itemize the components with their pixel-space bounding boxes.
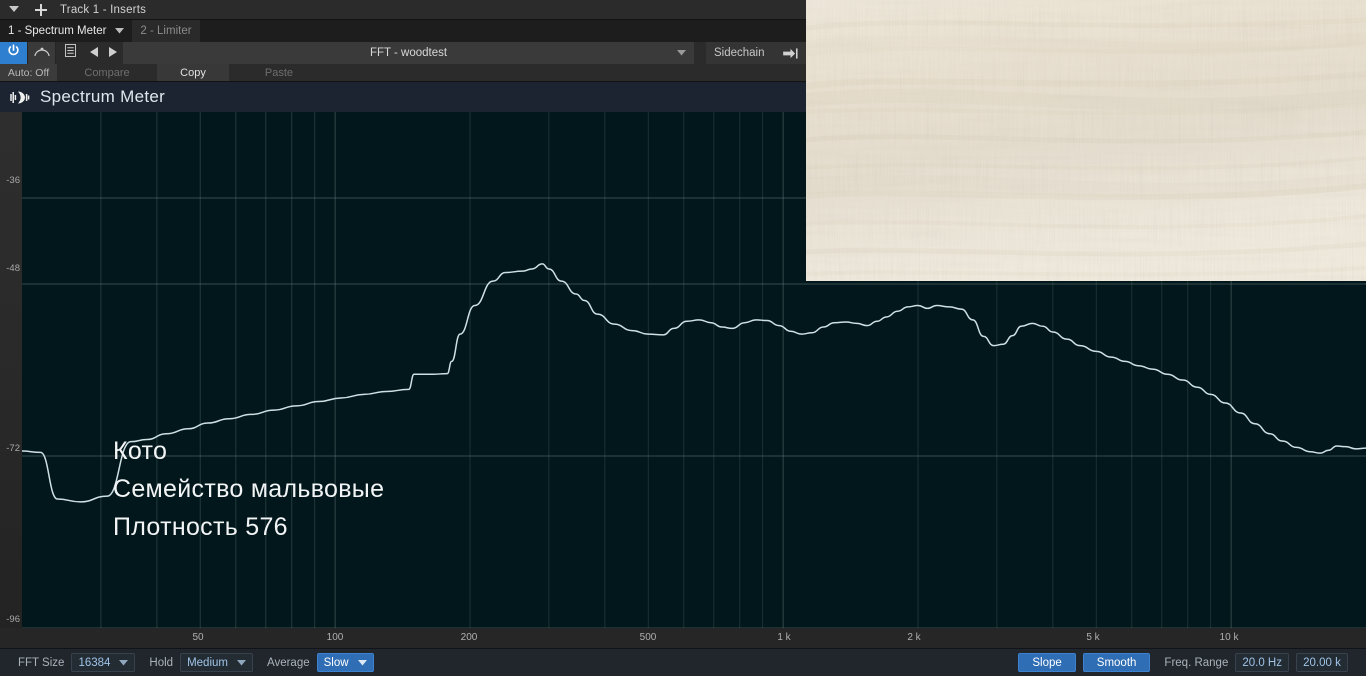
- triangle-down-icon: [119, 659, 129, 666]
- y-tick-label: -48: [6, 263, 20, 274]
- average-select[interactable]: Slow: [316, 653, 374, 672]
- smooth-button[interactable]: Smooth: [1082, 653, 1151, 672]
- x-tick-label: 5 k: [1086, 632, 1100, 643]
- triangle-down-icon[interactable]: [677, 50, 686, 56]
- wood-texture-image: [806, 0, 1366, 281]
- prev-preset-button[interactable]: [84, 42, 103, 64]
- plugin-header: Spectrum Meter: [0, 82, 806, 112]
- triangle-down-icon: [236, 659, 246, 666]
- plugin-title: Spectrum Meter: [40, 87, 166, 106]
- fft-size-select[interactable]: 16384: [71, 653, 136, 672]
- sidechain-label: Sidechain: [714, 47, 765, 59]
- window-title: Track 1 - Inserts: [60, 3, 147, 16]
- y-tick-label: -36: [6, 175, 20, 186]
- preset-selector[interactable]: FFT - woodtest: [123, 42, 694, 64]
- automation-button[interactable]: [28, 42, 56, 64]
- window-title-bar: Track 1 - Inserts: [0, 0, 806, 20]
- chevron-down-icon[interactable]: [115, 28, 125, 34]
- triangle-right-icon: [108, 44, 117, 62]
- waveform-logo-icon: [10, 89, 30, 105]
- tab-spectrum-meter-label: 1 - Spectrum Meter: [8, 25, 107, 37]
- freq-range-label: Freq. Range: [1164, 656, 1229, 669]
- fft-size-value: 16384: [78, 656, 111, 669]
- triangle-left-icon: [89, 44, 98, 62]
- plus-icon[interactable]: [28, 0, 54, 20]
- collapse-caret-icon[interactable]: [0, 0, 28, 20]
- y-tick-label: -72: [6, 443, 20, 454]
- power-icon: [7, 44, 20, 62]
- automation-curve-icon: [33, 44, 50, 62]
- average-label: Average: [266, 656, 310, 669]
- hold-value: Medium: [187, 656, 228, 669]
- x-tick-label: 1 k: [777, 632, 791, 643]
- compare-button[interactable]: Compare: [57, 64, 157, 81]
- plugin-window: Track 1 - Inserts 1 - Spectrum Meter 2 -…: [0, 0, 1366, 676]
- tab-limiter-label: 2 - Limiter: [140, 25, 192, 37]
- insert-tab-strip: 1 - Spectrum Meter 2 - Limiter: [0, 20, 806, 42]
- x-tick-label: 50: [192, 632, 204, 643]
- x-tick-label: 500: [639, 632, 657, 643]
- arrow-to-bar-icon: [783, 47, 798, 59]
- x-tick-label: 200: [460, 632, 478, 643]
- auto-button[interactable]: Auto: Off: [0, 64, 57, 81]
- average-value: Slow: [323, 656, 349, 669]
- power-button[interactable]: [0, 42, 28, 64]
- fft-size-label: FFT Size: [18, 656, 65, 669]
- y-tick-label: -96: [6, 614, 20, 625]
- preset-name: FFT - woodtest: [369, 47, 448, 59]
- sidechain-button[interactable]: Sidechain: [706, 42, 806, 64]
- plugin-toolbar-secondary: Auto: Off Compare Copy Paste: [0, 64, 806, 82]
- freq-min-field[interactable]: 20.0 Hz: [1235, 653, 1289, 672]
- preset-list-button[interactable]: [56, 42, 84, 64]
- x-tick-label: 10 k: [1219, 632, 1239, 643]
- next-preset-button[interactable]: [103, 42, 122, 64]
- x-tick-label: 100: [326, 632, 344, 643]
- preset-list-icon: [64, 44, 76, 62]
- tab-limiter[interactable]: 2 - Limiter: [132, 20, 200, 42]
- y-axis: -36 -48 -72 -96: [0, 112, 22, 628]
- freq-max-field[interactable]: 20.00 k: [1296, 653, 1348, 672]
- copy-button[interactable]: Copy: [157, 64, 229, 81]
- x-tick-label: 2 k: [907, 632, 921, 643]
- status-bar: FFT Size 16384 Hold Medium Average Slow: [0, 648, 1366, 676]
- hold-select[interactable]: Medium: [180, 653, 253, 672]
- plugin-toolbar: FFT - woodtest Sidechain: [0, 42, 806, 64]
- tab-spectrum-meter[interactable]: 1 - Spectrum Meter: [0, 20, 133, 42]
- slope-button[interactable]: Slope: [1018, 653, 1076, 672]
- triangle-down-icon: [357, 659, 367, 666]
- paste-button[interactable]: Paste: [229, 64, 329, 81]
- hold-label: Hold: [149, 656, 174, 669]
- x-axis: 50 100 200 500 1 k 2 k 5 k 10 k: [0, 628, 1366, 648]
